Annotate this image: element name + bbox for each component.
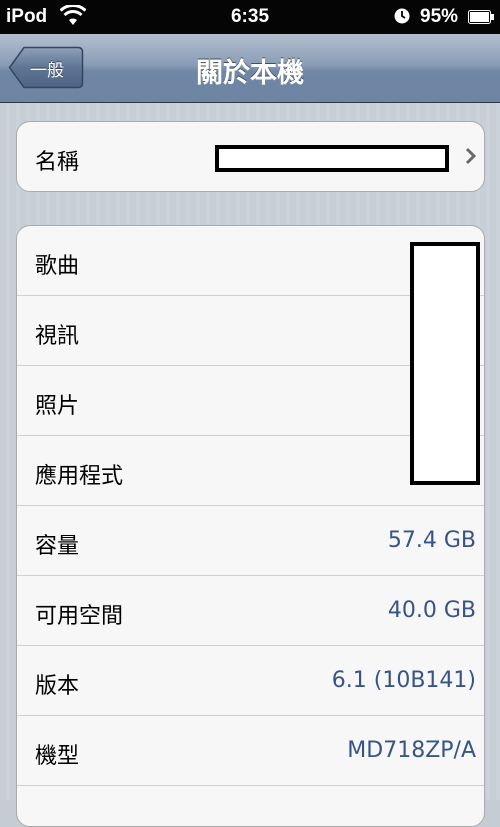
version-value: 6.1 (10B141) (331, 668, 476, 693)
status-bar: iPod 6:35 95% (0, 0, 500, 34)
capacity-value: 57.4 GB (387, 528, 476, 553)
model-value: MD718ZP/A (347, 738, 476, 763)
battery-percent: 95% (420, 6, 459, 27)
navigation-bar: 一般 關於本機 (0, 34, 500, 103)
model-label: 機型 (35, 744, 80, 769)
photos-label: 照片 (35, 394, 80, 419)
battery-icon (468, 10, 494, 24)
list-item: 機型 MD718ZP/A (17, 716, 484, 786)
name-label: 名稱 (35, 150, 80, 175)
videos-label: 視訊 (35, 324, 80, 349)
name-row[interactable]: 名稱 (17, 122, 484, 191)
list-item: 容量 57.4 GB (17, 506, 484, 576)
version-label: 版本 (35, 674, 80, 699)
list-item: 可用空間 40.0 GB (17, 576, 484, 646)
name-group: 名稱 (16, 121, 485, 192)
songs-label: 歌曲 (35, 254, 80, 279)
apps-label: 應用程式 (35, 464, 124, 489)
capacity-label: 容量 (35, 534, 80, 559)
chevron-right-icon (465, 147, 477, 165)
alarm-clock-icon (394, 8, 410, 24)
page-title: 關於本機 (196, 58, 304, 89)
info-group: 歌曲 視訊 照片 應用程式 容量 57.4 GB 可用空間 40.0 GB 版本… (16, 225, 485, 827)
list-item: 版本 6.1 (10B141) (17, 646, 484, 716)
available-value: 40.0 GB (387, 598, 476, 623)
redacted-device-name (215, 145, 449, 172)
available-label: 可用空間 (35, 604, 124, 629)
settings-content: 名稱 歌曲 視訊 照片 應用程式 容量 57.4 GB 可用空間 40.0 GB… (0, 103, 500, 827)
redacted-counts (410, 242, 480, 485)
